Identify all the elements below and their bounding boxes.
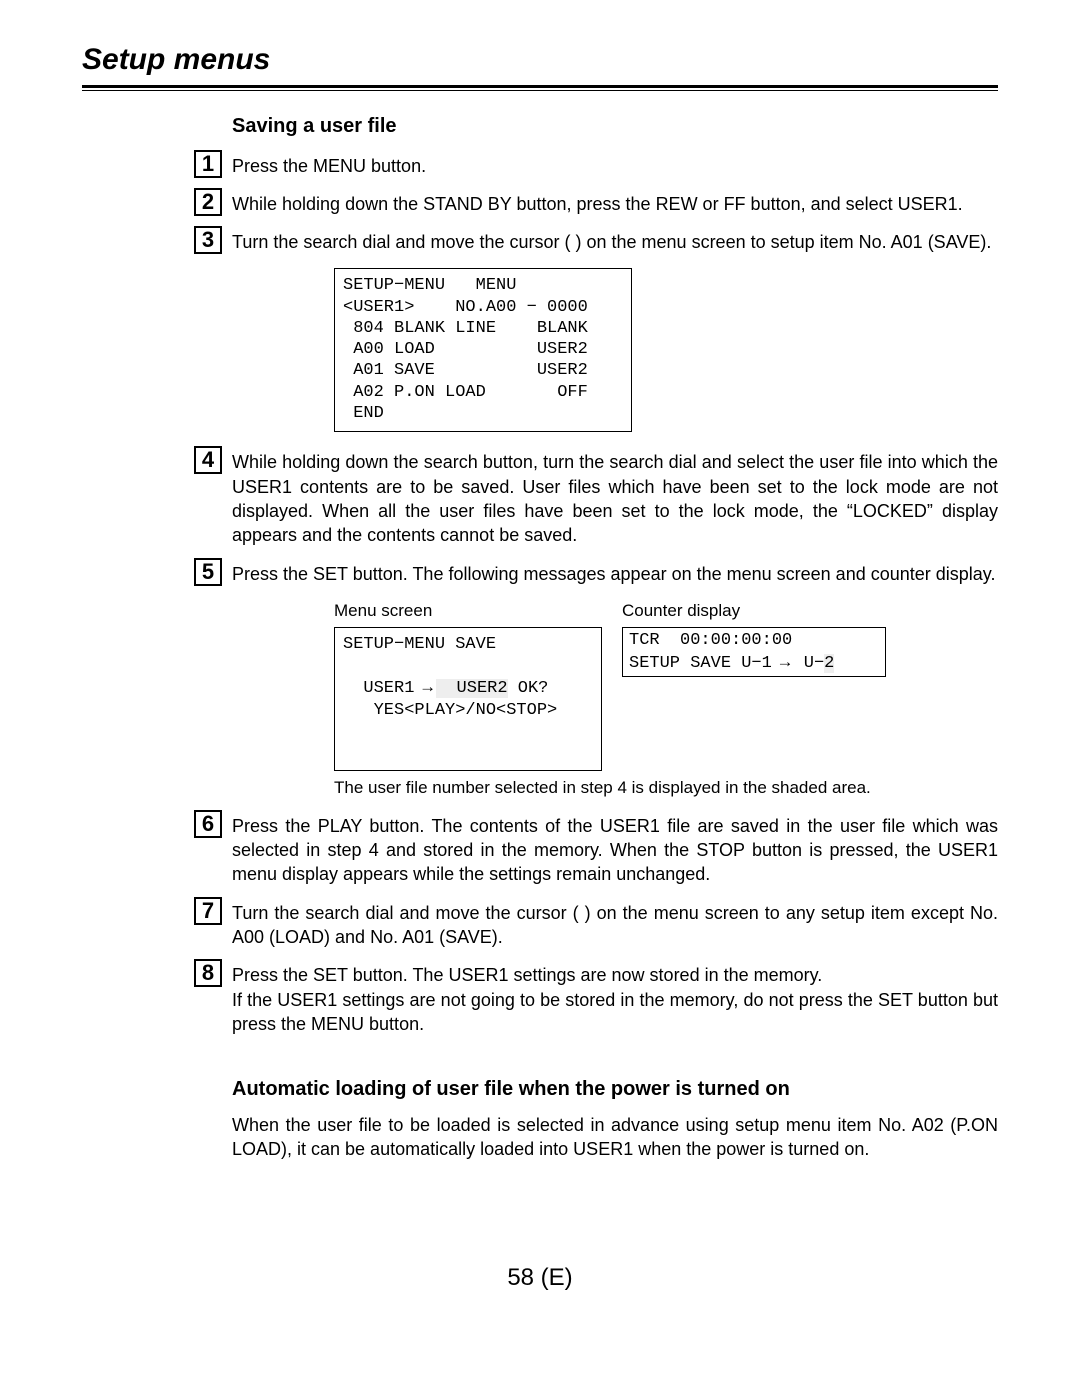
step-8-line2: If the USER1 settings are not going to b…: [232, 990, 998, 1034]
step-number-5: 5: [194, 558, 222, 586]
step-number-7: 7: [194, 897, 222, 925]
screen2-yesno: YES<PLAY>/NO<STOP>: [343, 701, 557, 720]
section-autoload-title: Automatic loading of user file when the …: [232, 1076, 998, 1103]
menu-screen-2: SETUP−MENU SAVE USER1 → USER2 OK? YES<PL…: [334, 627, 602, 771]
screen2-user1: USER1: [343, 679, 414, 698]
step-3: 3 Turn the search dial and move the curs…: [194, 230, 998, 254]
step-2: 2 While holding down the STAND BY button…: [194, 192, 998, 216]
step-1: 1 Press the MENU button.: [194, 154, 998, 178]
step-text-7: Turn the search dial and move the cursor…: [232, 901, 998, 950]
section-saving-title: Saving a user file: [232, 113, 998, 140]
counter-line1: TCR 00:00:00:00: [629, 631, 792, 650]
step-number-3: 3: [194, 226, 222, 254]
page-number: 58 (E): [82, 1262, 998, 1294]
step-7: 7 Turn the search dial and move the curs…: [194, 901, 998, 950]
counter-display-box: TCR 00:00:00:00 SETUP SAVE U−1 → U−2: [622, 627, 886, 678]
step-number-1: 1: [194, 150, 222, 178]
step-4: 4 While holding down the search button, …: [194, 450, 998, 547]
page-title: Setup menus: [82, 40, 998, 81]
step-text-2: While holding down the STAND BY button, …: [232, 192, 998, 216]
step-text-4: While holding down the search button, tu…: [232, 450, 998, 547]
menu-screen-label: Menu screen: [334, 600, 604, 623]
step-text-3: Turn the search dial and move the cursor…: [232, 230, 998, 254]
step-text-1: Press the MENU button.: [232, 154, 998, 178]
step-8: 8 Press the SET button. The USER1 settin…: [194, 963, 998, 1036]
step-number-6: 6: [194, 810, 222, 838]
step-number-2: 2: [194, 188, 222, 216]
step-number-8: 8: [194, 959, 222, 987]
step-6: 6 Press the PLAY button. The contents of…: [194, 814, 998, 887]
step-5: 5 Press the SET button. The following me…: [194, 562, 998, 586]
step-text-6: Press the PLAY button. The contents of t…: [232, 814, 998, 887]
shaded-area-caption: The user file number selected in step 4 …: [334, 777, 998, 800]
menu-screen-1: SETUP−MENU MENU <USER1> NO.A00 − 0000 80…: [334, 268, 632, 432]
screen2-user2-shaded: USER2: [436, 679, 507, 698]
counter-line2b: U−: [794, 654, 825, 673]
counter-display-label: Counter display: [622, 600, 998, 623]
horizontal-rule: [82, 85, 998, 91]
section-autoload-para: When the user file to be loaded is selec…: [232, 1113, 998, 1162]
screen2-ok: OK?: [508, 679, 549, 698]
screen2-line1: SETUP−MENU SAVE: [343, 635, 496, 654]
step-8-line1: Press the SET button. The USER1 settings…: [232, 965, 822, 985]
counter-line2c-shaded: 2: [824, 654, 834, 673]
step-number-4: 4: [194, 446, 222, 474]
step-text-5: Press the SET button. The following mess…: [232, 562, 998, 586]
counter-line2a: SETUP SAVE U−1: [629, 654, 772, 673]
step-text-8: Press the SET button. The USER1 settings…: [232, 963, 998, 1036]
main-content: Saving a user file 1 Press the MENU butt…: [232, 113, 998, 1162]
